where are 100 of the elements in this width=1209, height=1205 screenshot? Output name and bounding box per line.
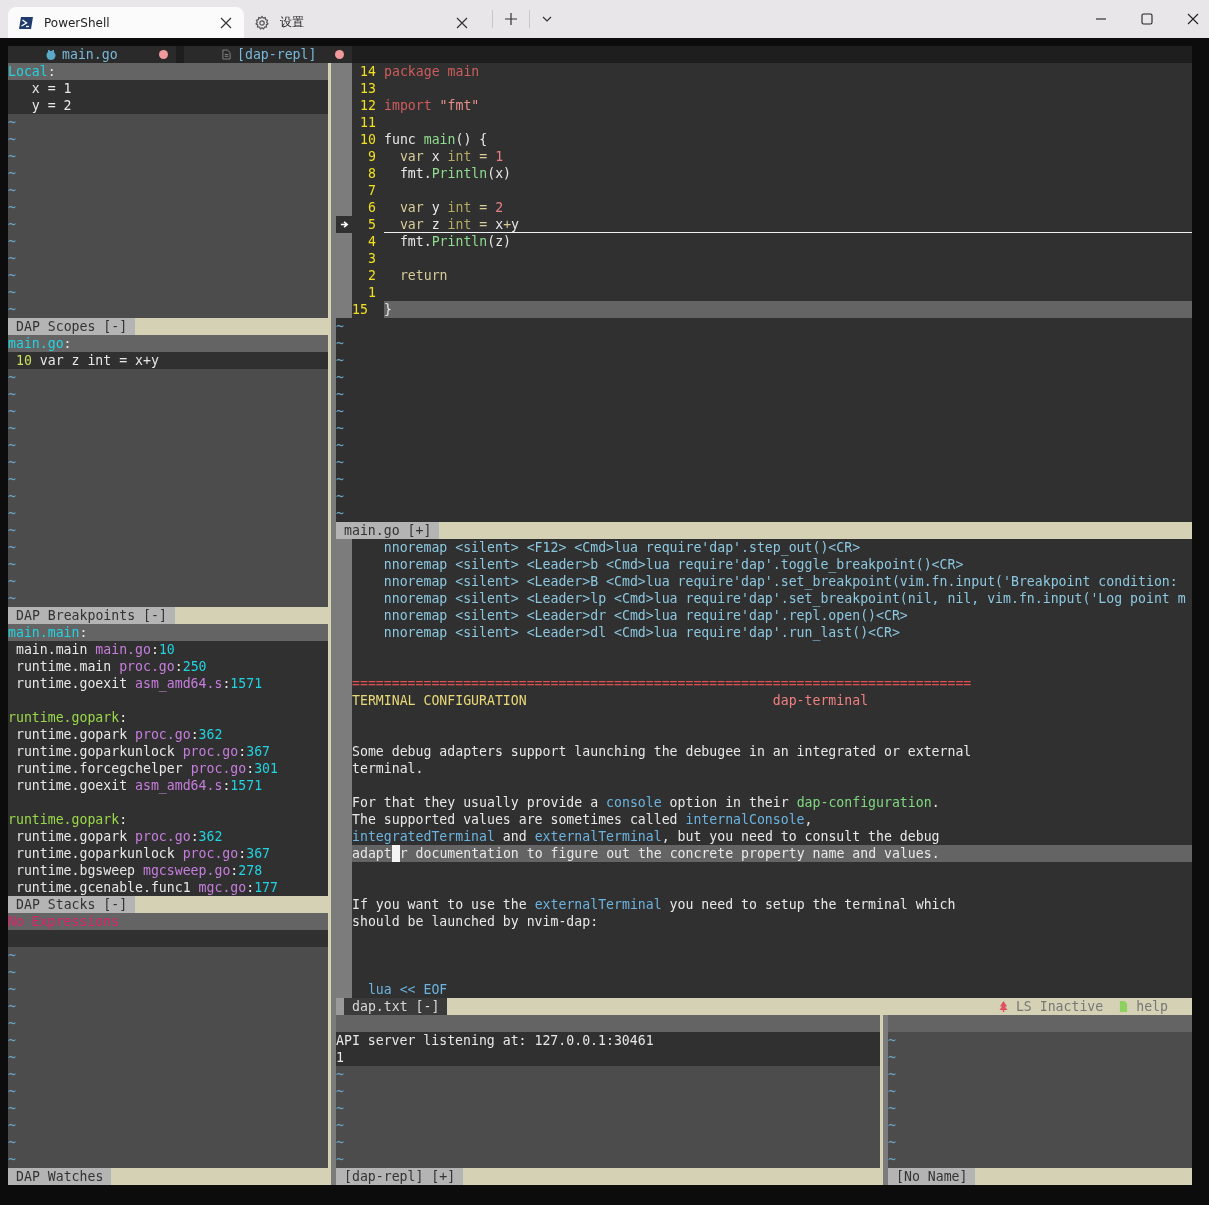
empty-line-marker: ~ [8, 114, 16, 131]
empty-line-marker: ~ [8, 1100, 16, 1117]
empty-line-marker: ~ [336, 352, 344, 369]
text-line: main.go: [8, 335, 72, 352]
code-line: fmt.Println(x) [398, 165, 513, 182]
file-icon [1119, 1001, 1129, 1012]
empty-line-marker: ~ [336, 1100, 344, 1117]
window-tab[interactable]: PowerShell [8, 7, 244, 38]
plus-icon[interactable] [505, 13, 517, 25]
status-label: main.go [+] [336, 522, 440, 539]
empty-line-marker: ~ [8, 216, 16, 233]
line-number: 11 [359, 114, 377, 131]
empty-line-marker: ~ [336, 1066, 344, 1083]
empty-line-marker: ~ [8, 964, 16, 981]
text-line: main.main main.go:10 [14, 641, 175, 658]
empty-line-marker: ~ [336, 1134, 344, 1151]
empty-line-marker: ~ [8, 1151, 16, 1168]
text-line: runtime.gopark proc.go:362 [14, 726, 223, 743]
empty-line-marker: ~ [8, 165, 16, 182]
code-line: var z int = x+y [384, 216, 1192, 233]
tree-icon [998, 1001, 1008, 1012]
empty-line-marker: ~ [8, 1032, 16, 1049]
text-line: runtime.gcenable.func1 mgc.go:177 [14, 879, 278, 896]
empty-line-marker: ~ [336, 1083, 344, 1100]
text-line: runtime.goexit asm_amd64.s:1571 [14, 675, 263, 692]
close-icon[interactable] [220, 16, 232, 29]
line-number: 10 [359, 131, 377, 148]
line-number: 6 [367, 199, 377, 216]
empty-line-marker: ~ [336, 471, 344, 488]
empty-line-marker: ~ [8, 250, 16, 267]
empty-line-marker: ~ [336, 318, 344, 335]
text-line: adapt [352, 845, 392, 862]
text-line: If you want to use the externalTerminal you need to setup the terminal which [352, 896, 956, 913]
empty-line-marker: ~ [336, 488, 344, 505]
status-text: LS Inactive [1015, 998, 1104, 1015]
empty-line-marker: ~ [336, 335, 344, 352]
empty-line-marker: ~ [8, 1083, 16, 1100]
text-line: ============================================================================== [352, 675, 972, 692]
empty-line-marker: ~ [8, 556, 16, 573]
text-line: nnoremap <silent> <F12> <Cmd>lua require'dap'.step_out()<CR> [382, 539, 861, 556]
status-label: dap.txt [-] [336, 998, 448, 1015]
empty-line-marker: ~ [336, 437, 344, 454]
gopher-icon [46, 48, 56, 61]
empty-line-marker: ~ [8, 539, 16, 556]
empty-line-marker: ~ [8, 947, 16, 964]
text-line: 1 [336, 1049, 344, 1066]
chevron-down-icon[interactable] [542, 16, 552, 22]
empty-line-marker: ~ [8, 403, 16, 420]
text-line: runtime.goexit asm_amd64.s:1571 [14, 777, 263, 794]
code-line: package main [384, 63, 481, 80]
text-line: runtime.main proc.go:250 [14, 658, 207, 675]
empty-line-marker: ~ [8, 522, 16, 539]
empty-line-marker: ~ [336, 1151, 344, 1168]
code-line: return [398, 267, 449, 284]
text-line: integratedTerminal and externalTerminal, but you need to consult the debug [352, 828, 940, 845]
text-line: runtime.goparkunlock proc.go:367 [14, 845, 271, 862]
empty-line-marker: ~ [8, 590, 16, 607]
empty-line-marker: ~ [888, 1083, 896, 1100]
empty-line-marker: ~ [8, 573, 16, 590]
status-label: [dap-repl] [+] [336, 1168, 464, 1185]
empty-line-marker: ~ [8, 1049, 16, 1066]
text-line: r documentation to figure out the concrete property name and values. [399, 845, 940, 862]
empty-line-marker: ~ [8, 1015, 16, 1032]
close-icon[interactable] [456, 16, 468, 29]
text-line: terminal. [352, 760, 424, 777]
empty-line-marker: ~ [888, 1134, 896, 1151]
text-line: nnoremap <silent> <Leader>lp <Cmd>lua require'dap'.set_breakpoint(nil, nil, vim.fn.input('Log point m [382, 590, 1186, 607]
line-number: 9 [367, 148, 377, 165]
buffer-tab[interactable]: [dap-repl] [184, 46, 352, 63]
empty-line-marker: ~ [8, 505, 16, 522]
empty-line-marker: ~ [336, 454, 344, 471]
window-tab[interactable]: 设置 [244, 7, 480, 38]
empty-line-marker: ~ [8, 981, 16, 998]
code-line: func main() { [384, 131, 489, 148]
line-number: 3 [367, 250, 377, 267]
empty-line-marker: ~ [336, 369, 344, 386]
line-number: 15 [352, 301, 369, 318]
line-number: 1 [367, 284, 377, 301]
empty-line-marker: ~ [888, 1066, 896, 1083]
text-cursor [391, 845, 400, 862]
empty-line-marker: ~ [8, 182, 16, 199]
empty-line-marker: ~ [8, 131, 16, 148]
empty-line-marker: ~ [8, 488, 16, 505]
maximize-icon[interactable] [1141, 13, 1153, 25]
terminal-icon [18, 14, 34, 31]
status-text: help [1136, 998, 1168, 1015]
code-line: var x int = 1 [398, 148, 505, 165]
text-line: For that they usually provide a console option in their dap-configuration. [352, 794, 940, 811]
buffer-tab[interactable]: main.go [8, 46, 176, 63]
empty-line-marker: ~ [8, 301, 16, 318]
close-icon[interactable] [1187, 13, 1199, 25]
empty-line-marker: ~ [8, 420, 16, 437]
text-line: runtime.gopark: [8, 811, 128, 828]
text-line: should be launched by nvim-dap: [352, 913, 599, 930]
empty-line-marker: ~ [888, 1151, 896, 1168]
line-number: 14 [359, 63, 377, 80]
empty-line-marker: ~ [336, 403, 344, 420]
line-number: 8 [367, 165, 377, 182]
empty-line-marker: ~ [8, 437, 16, 454]
text-line: main.main: [8, 624, 88, 641]
